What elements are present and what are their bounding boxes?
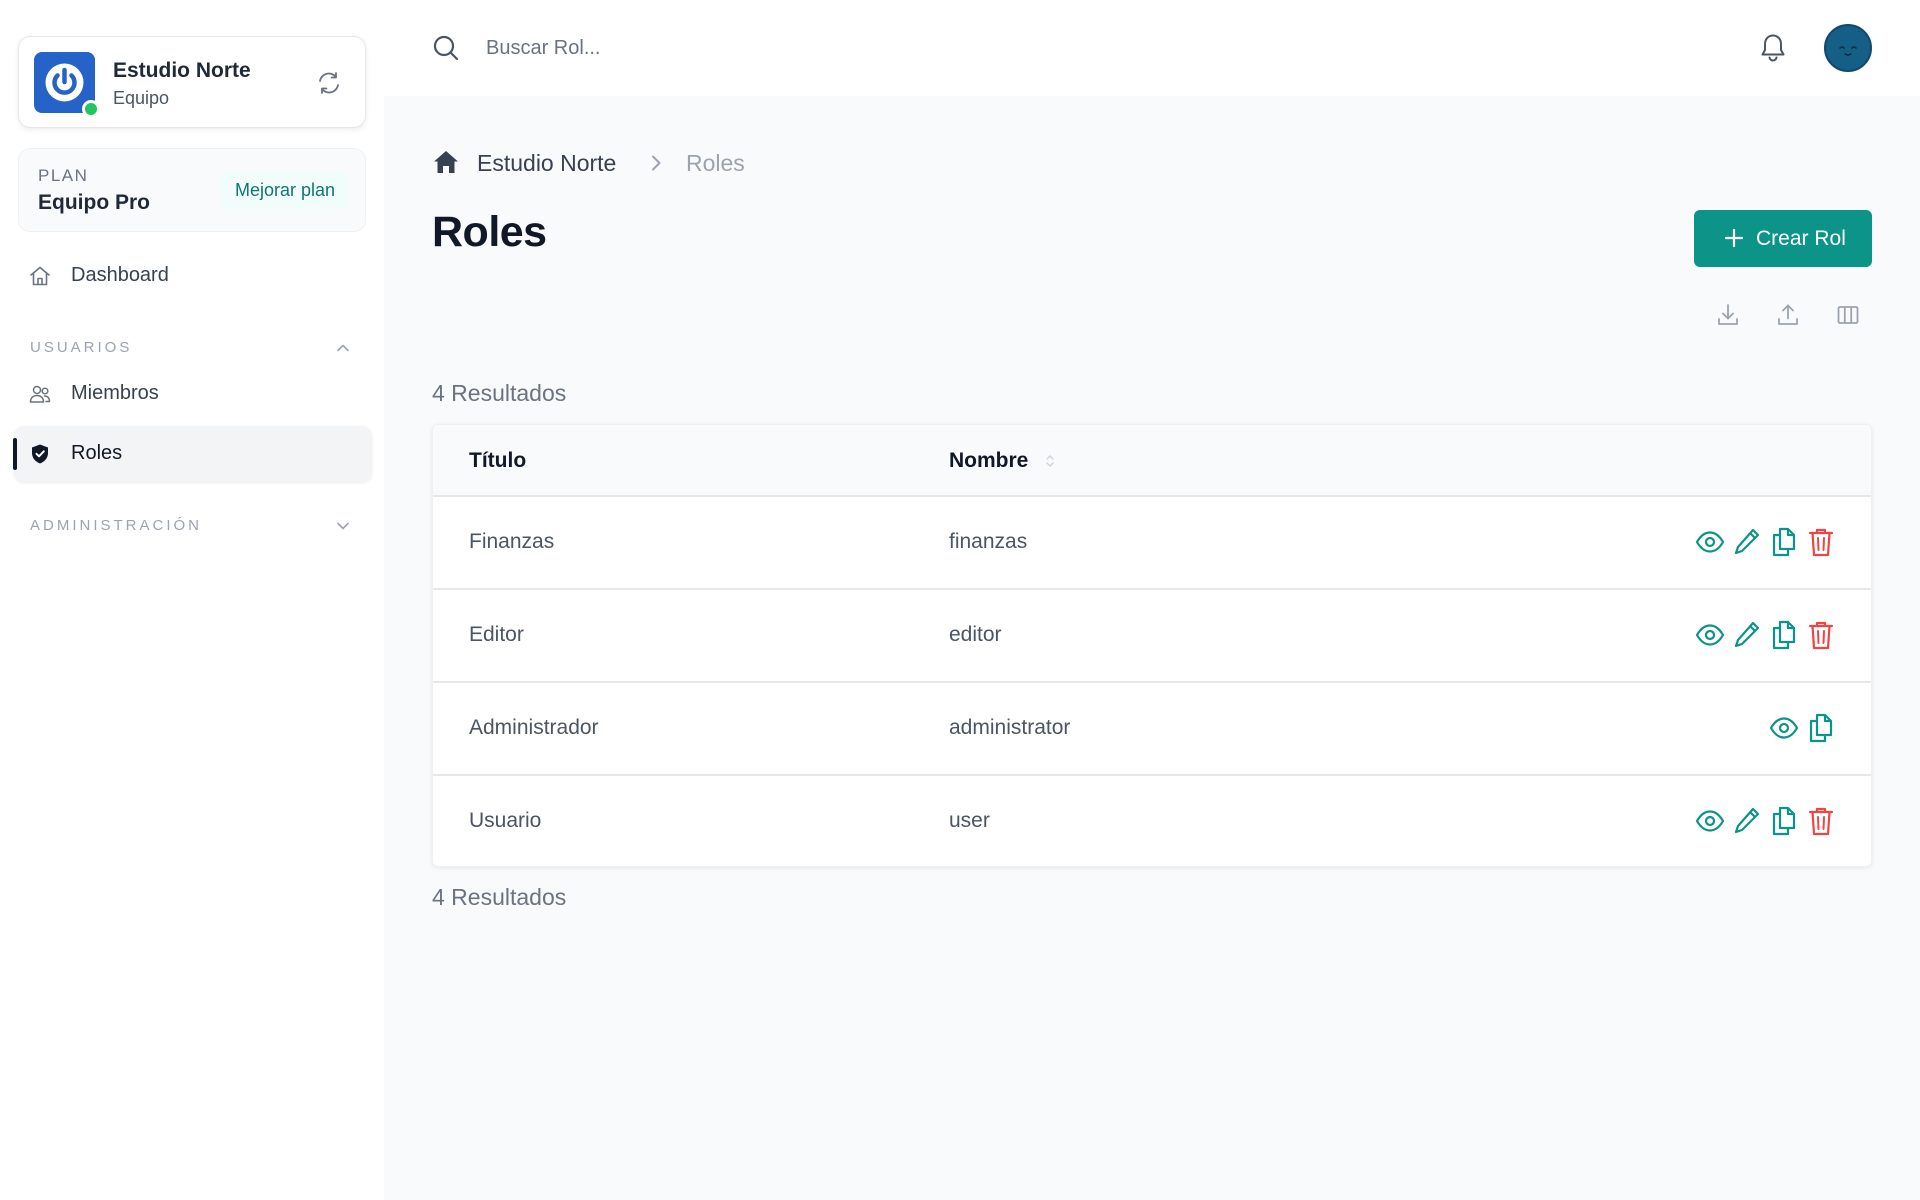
download-icon[interactable] [1715, 302, 1741, 328]
sidebar: Estudio Norte Equipo PLAN Equipo Pro Mej… [0, 0, 384, 1200]
table-row: Finanzas finanzas [433, 497, 1871, 590]
results-count-top: 4 Resultados [432, 380, 567, 406]
section-label: USUARIOS [30, 339, 133, 356]
top-bar [384, 0, 1920, 96]
create-role-label: Crear Rol [1756, 227, 1846, 250]
results-count-bottom: 4 Resultados [432, 884, 567, 910]
delete-icon[interactable] [1805, 618, 1837, 652]
avatar-face-icon [1839, 46, 1857, 56]
delete-icon[interactable] [1805, 525, 1837, 559]
shield-check-icon [32, 444, 48, 464]
plan-card: PLAN Equipo Pro Mejorar plan [18, 148, 366, 232]
upgrade-plan-button[interactable]: Mejorar plan [220, 171, 349, 209]
duplicate-icon[interactable] [1768, 804, 1800, 838]
breadcrumb-current: Roles [686, 150, 745, 176]
home-icon[interactable] [432, 148, 460, 176]
edit-icon[interactable] [1731, 804, 1763, 838]
view-icon[interactable] [1694, 618, 1726, 652]
create-role-button[interactable]: Crear Rol [1694, 210, 1872, 267]
upload-icon[interactable] [1775, 302, 1801, 328]
cell-nombre: finanzas [949, 530, 1028, 553]
table-row: Usuario user [433, 776, 1871, 866]
page-title: Roles [432, 208, 547, 256]
power-icon [45, 63, 84, 102]
cell-titulo: Usuario [469, 809, 542, 832]
search-icon [433, 35, 459, 61]
columns-icon[interactable] [1835, 302, 1861, 328]
search-input[interactable] [486, 28, 1006, 68]
notifications-bell-icon[interactable] [1758, 32, 1788, 64]
roles-table: Título Nombre Finanzas finanzas Editor edit… [432, 424, 1872, 867]
section-usuarios-toggle[interactable]: USUARIOS [30, 337, 360, 361]
sidebar-item-miembros[interactable]: Miembros [14, 366, 372, 422]
cell-titulo: Editor [469, 623, 524, 646]
section-label: ADMINISTRACIÓN [30, 517, 203, 534]
column-header-titulo: Título [469, 449, 527, 472]
duplicate-icon[interactable] [1768, 525, 1800, 559]
home-icon [30, 266, 50, 286]
plus-icon [1724, 228, 1744, 248]
table-row: Editor editor [433, 590, 1871, 683]
section-administracion-toggle[interactable]: ADMINISTRACIÓN [30, 515, 360, 539]
duplicate-icon[interactable] [1805, 711, 1837, 745]
chevron-down-icon [337, 522, 349, 530]
online-status-dot [82, 100, 100, 118]
workspace-switcher[interactable]: Estudio Norte Equipo [18, 36, 366, 128]
delete-icon[interactable] [1805, 804, 1837, 838]
plan-label: PLAN [38, 166, 89, 185]
cell-titulo: Administrador [469, 716, 599, 739]
sidebar-item-dashboard[interactable]: Dashboard [14, 248, 372, 304]
table-header: Título Nombre [433, 425, 1871, 497]
cell-nombre: editor [949, 623, 1002, 646]
sort-icon[interactable] [1043, 451, 1057, 471]
breadcrumb-org-link[interactable]: Estudio Norte [477, 150, 616, 177]
view-icon[interactable] [1694, 804, 1726, 838]
table-row: Administrador administrator [433, 683, 1871, 776]
sidebar-item-label: Dashboard [71, 264, 169, 286]
workspace-type: Equipo [113, 88, 170, 108]
workspace-name: Estudio Norte [113, 59, 251, 82]
cell-nombre: user [949, 809, 990, 832]
user-avatar[interactable] [1824, 24, 1872, 72]
sidebar-item-label: Roles [71, 442, 123, 464]
view-icon[interactable] [1694, 525, 1726, 559]
chevron-up-icon [337, 344, 349, 352]
cell-nombre: administrator [949, 716, 1071, 739]
duplicate-icon[interactable] [1768, 618, 1800, 652]
chevron-right-icon [652, 155, 661, 171]
users-icon [29, 385, 51, 403]
edit-icon[interactable] [1731, 618, 1763, 652]
active-indicator [13, 438, 17, 470]
switch-workspace-icon[interactable] [315, 69, 343, 97]
plan-name: Equipo Pro [38, 191, 150, 214]
view-icon[interactable] [1768, 711, 1800, 745]
column-header-nombre[interactable]: Nombre [949, 449, 1028, 473]
sidebar-item-roles[interactable]: Roles [13, 426, 372, 482]
sidebar-item-label: Miembros [71, 382, 159, 404]
edit-icon[interactable] [1731, 525, 1763, 559]
cell-titulo: Finanzas [469, 530, 555, 553]
